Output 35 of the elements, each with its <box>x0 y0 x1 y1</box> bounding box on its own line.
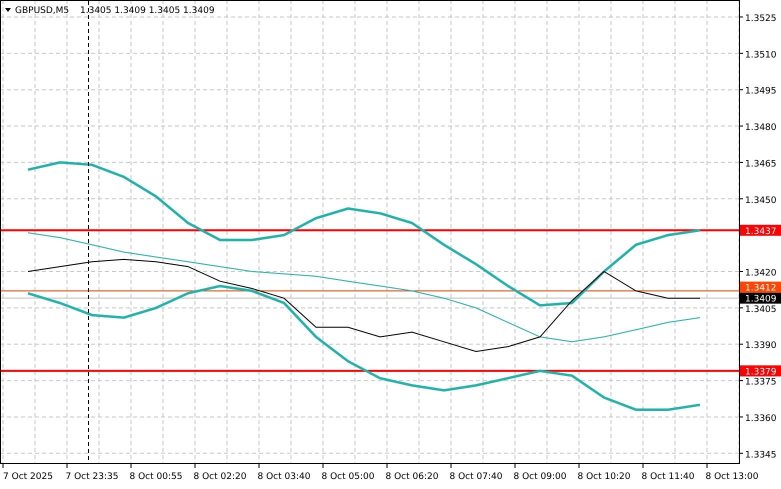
axis-label: 1.3390 <box>745 341 776 352</box>
price-tag: 1.3379 <box>740 365 781 378</box>
axis-label: 1.3495 <box>745 86 776 97</box>
axis-label: 7 Oct 2025 <box>3 472 53 482</box>
axis-label: 8 Oct 11:40 <box>642 472 694 482</box>
axis-label: 8 Oct 10:20 <box>578 472 630 482</box>
ref-line-label: 1.3412 <box>745 284 776 294</box>
price-tag: 1.3412 <box>740 282 781 294</box>
axis-label: 8 Oct 13:00 <box>706 472 758 482</box>
axis-label: 1.3345 <box>745 450 776 460</box>
axis-label: 1.3465 <box>745 159 776 170</box>
axis-label: 1.3525 <box>745 14 776 24</box>
axis-label: 8 Oct 07:40 <box>450 472 502 482</box>
ref-line-label: 1.3409 <box>745 294 777 305</box>
price-tag: 1.3409 <box>740 292 781 305</box>
ohlc-values: 1.3405 1.3409 1.3405 1.3409 <box>80 6 215 16</box>
axis-label: 8 Oct 05:00 <box>322 472 374 482</box>
axis-label: 8 Oct 09:00 <box>514 472 566 482</box>
axis-label: 1.3405 <box>745 304 776 315</box>
ref-line-label: 1.3379 <box>745 367 777 378</box>
axis-label: 8 Oct 00:55 <box>130 472 182 482</box>
axis-label: 1.3510 <box>745 50 776 60</box>
axis-label: 7 Oct 23:35 <box>66 472 118 482</box>
axis-label: 1.3450 <box>745 196 776 206</box>
axis-label: 1.3420 <box>745 268 776 278</box>
axis-label: 8 Oct 06:20 <box>386 472 438 482</box>
axis-label: 8 Oct 02:20 <box>194 472 246 482</box>
axis-label: 8 Oct 03:40 <box>258 472 310 482</box>
dropdown-triangle-icon[interactable] <box>5 8 11 12</box>
ref-line-label: 1.3437 <box>745 226 776 237</box>
price-tag: 1.3437 <box>740 224 781 237</box>
axis-label: 1.3480 <box>745 123 776 134</box>
axis-label: 1.3375 <box>745 378 776 388</box>
axis-label: 1.3360 <box>745 414 776 424</box>
symbol-label: GBPUSD,M5 <box>15 6 70 16</box>
